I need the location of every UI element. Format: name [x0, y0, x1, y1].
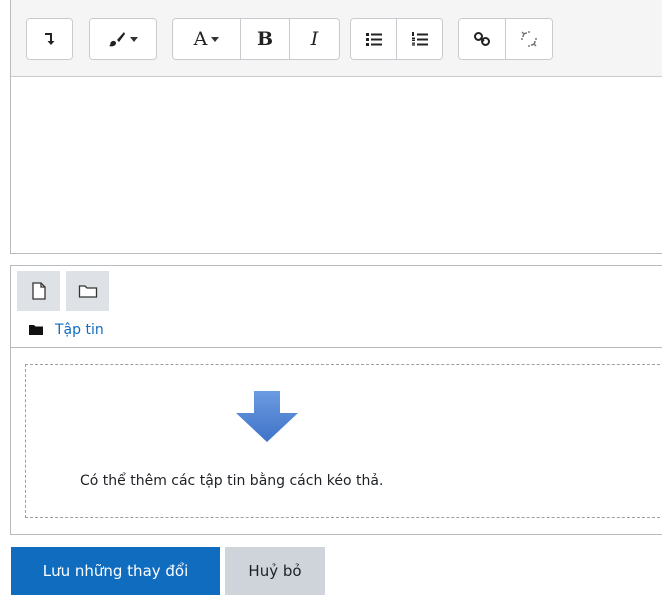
- file-path-breadcrumb: Tập tin: [29, 322, 104, 338]
- create-folder-button[interactable]: [66, 271, 109, 311]
- text-editor: A B I: [10, 0, 662, 254]
- toolbar-group-collapse: [26, 18, 73, 60]
- bold-icon: B: [256, 28, 274, 50]
- toolbar-group-style: [89, 18, 157, 60]
- editor-toolbar: A B I: [11, 0, 662, 77]
- arrow-down-icon: [236, 391, 298, 442]
- save-changes-button[interactable]: Lưu những thay đổi: [11, 547, 220, 595]
- unordered-list-icon: [365, 33, 382, 46]
- divider: [11, 347, 662, 348]
- link-button[interactable]: [459, 19, 506, 59]
- paragraph-style-button[interactable]: [90, 19, 156, 59]
- editor-content-area[interactable]: [11, 77, 662, 253]
- italic-button[interactable]: I: [290, 19, 339, 59]
- folder-icon: [78, 285, 97, 298]
- unlink-icon: [521, 31, 537, 47]
- chevron-down-icon: [211, 36, 220, 42]
- level-down-icon: [44, 33, 54, 45]
- chevron-down-icon: [130, 36, 138, 42]
- unordered-list-button[interactable]: [351, 19, 397, 59]
- italic-icon: I: [310, 28, 319, 50]
- file-manager-toolbar: [17, 271, 109, 311]
- paint-brush-icon: [109, 32, 125, 47]
- toolbar-group-font: A B I: [172, 18, 340, 60]
- bold-button[interactable]: B: [241, 19, 290, 59]
- file-manager: Tập tin Có thể thêm các tập tin bằng các…: [10, 265, 662, 535]
- dropzone-instructions: Có thể thêm các tập tin bằng cách kéo th…: [80, 473, 384, 489]
- collapse-toolbar-button[interactable]: [27, 19, 72, 59]
- add-file-button[interactable]: [17, 271, 60, 311]
- font-icon: A: [193, 28, 208, 50]
- unlink-button[interactable]: [506, 19, 552, 59]
- ordered-list-button[interactable]: [397, 19, 442, 59]
- font-color-button[interactable]: A: [173, 19, 241, 59]
- toolbar-group-links: [458, 18, 553, 60]
- file-icon: [31, 282, 46, 300]
- folder-filled-icon: [29, 325, 43, 335]
- cancel-button[interactable]: Huỷ bỏ: [225, 547, 325, 595]
- link-icon: [474, 32, 490, 46]
- file-dropzone[interactable]: Có thể thêm các tập tin bằng cách kéo th…: [25, 364, 662, 518]
- ordered-list-icon: [411, 32, 428, 46]
- files-folder-link[interactable]: Tập tin: [55, 322, 104, 338]
- toolbar-group-lists: [350, 18, 443, 60]
